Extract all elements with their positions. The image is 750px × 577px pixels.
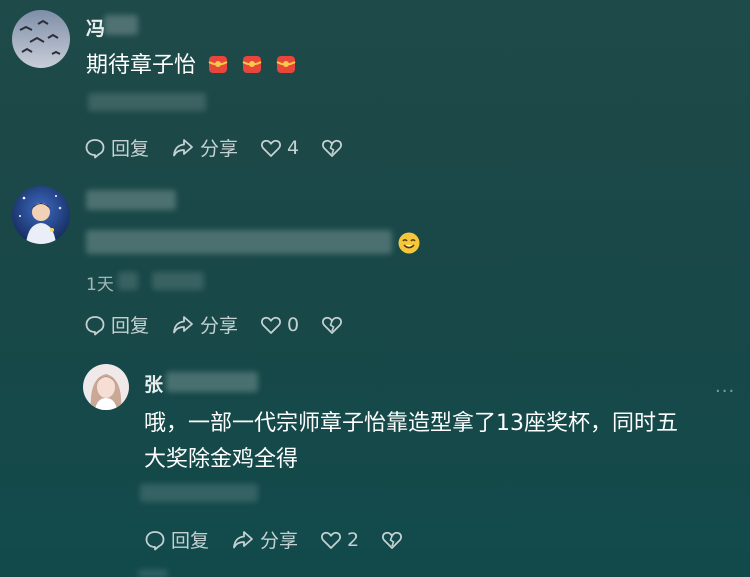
share-icon: [171, 314, 195, 336]
share-button[interactable]: 分享: [171, 311, 238, 338]
avatar[interactable]: [12, 10, 70, 68]
like-button[interactable]: 4: [260, 137, 299, 159]
reply-icon: [144, 529, 166, 551]
redacted-meta: [140, 484, 258, 502]
red-envelope-emoji-icon: [274, 52, 298, 76]
dislike-button[interactable]: [321, 315, 343, 335]
red-envelope-emoji-icon: [206, 52, 230, 76]
heart-icon: [260, 138, 282, 158]
more-options-button[interactable]: ...: [715, 376, 735, 397]
red-envelope-emoji-icon: [240, 52, 264, 76]
avatar[interactable]: [12, 186, 70, 244]
reply-icon: [84, 137, 106, 159]
like-count: 4: [287, 136, 300, 159]
like-count: 0: [287, 313, 300, 336]
comment-text: 期待章子怡: [86, 48, 298, 84]
broken-heart-icon: [321, 315, 343, 335]
share-button[interactable]: 分享: [171, 134, 238, 161]
avatar[interactable]: [83, 364, 129, 410]
reply-button[interactable]: 回复: [144, 526, 209, 553]
comment-action-bar: 回复 分享 0: [84, 311, 365, 338]
like-button[interactable]: 0: [260, 314, 299, 336]
heart-icon: [260, 315, 282, 335]
redacted-username: [166, 372, 258, 392]
share-icon: [171, 137, 195, 159]
redacted-meta: [88, 93, 206, 111]
comment-username[interactable]: 冯: [86, 14, 105, 41]
share-button[interactable]: 分享: [231, 526, 298, 553]
heart-icon: [320, 530, 342, 550]
reply-text: 哦，一部一代宗师章子怡靠造型拿了13座奖杯，同时五 大奖除金鸡全得: [144, 411, 678, 472]
share-icon: [231, 529, 255, 551]
reply-action-bar: 回复 分享 2: [144, 526, 425, 553]
redacted-username: [86, 190, 176, 210]
dislike-button[interactable]: [381, 530, 403, 550]
like-count: 2: [347, 528, 360, 551]
redacted-location: [152, 272, 204, 290]
reply-username[interactable]: 张: [144, 370, 163, 397]
redacted-meta: [118, 272, 138, 290]
dislike-button[interactable]: [321, 138, 343, 158]
redacted-next-item: [138, 570, 168, 577]
redacted-username: [104, 15, 138, 35]
reply-button[interactable]: 回复: [84, 134, 149, 161]
reply-icon: [84, 314, 106, 336]
broken-heart-icon: [321, 138, 343, 158]
broken-heart-icon: [381, 530, 403, 550]
smile-emoji-icon: [397, 231, 421, 259]
reply-button[interactable]: 回复: [84, 311, 149, 338]
like-button[interactable]: 2: [320, 529, 359, 551]
comment-time: 1天: [86, 275, 114, 295]
redacted-comment-text: [86, 230, 392, 254]
comment-action-bar: 回复 分享 4: [84, 134, 365, 161]
